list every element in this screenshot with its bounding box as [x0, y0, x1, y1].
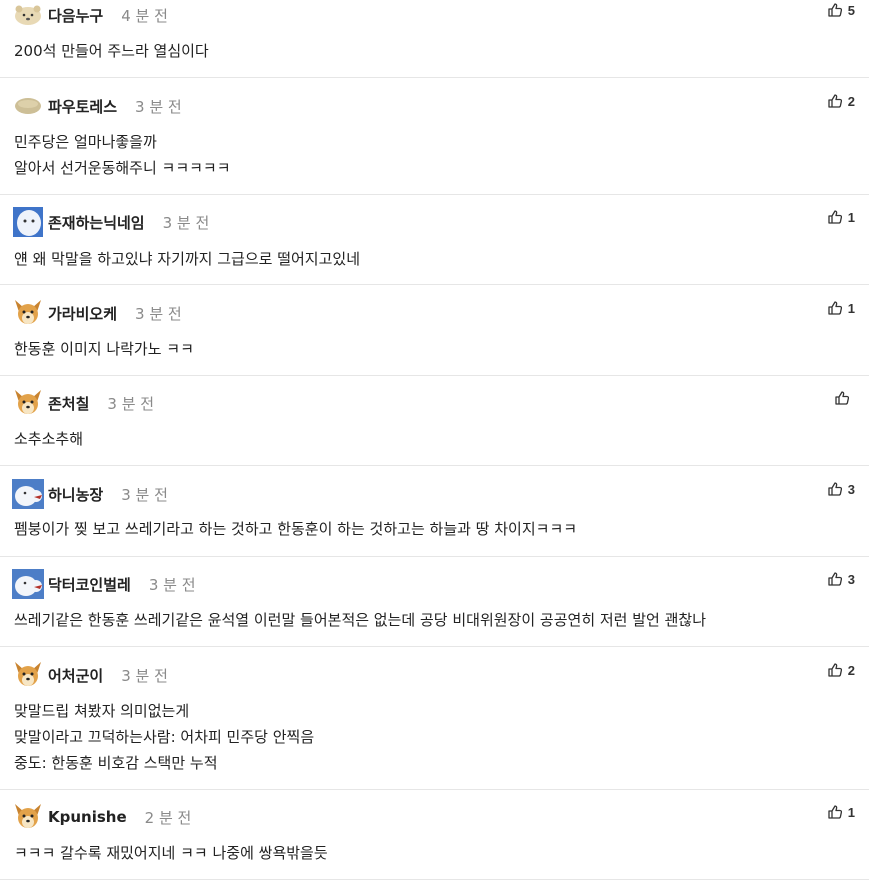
thumbs-up-icon: [828, 572, 842, 586]
like-button[interactable]: 2: [828, 660, 855, 680]
like-button[interactable]: 1: [828, 802, 855, 822]
thumbs-up-icon: [835, 391, 849, 405]
comment-author[interactable]: 가라비오케: [48, 303, 117, 324]
snow-bird-avatar-icon[interactable]: [12, 479, 44, 509]
comment-time: 2 분 전: [144, 808, 192, 827]
comment-body: 한동훈 이미지 나락가노 ㅋㅋ: [14, 336, 194, 362]
dog-avatar-icon[interactable]: [12, 388, 44, 418]
comment-time: 3 분 전: [121, 485, 168, 504]
like-button[interactable]: 3: [828, 569, 855, 589]
thumbs-up-icon: [828, 301, 842, 315]
comment-header: 하니농장 3 분 전: [12, 479, 168, 509]
comment-time: 3 분 전: [121, 666, 168, 685]
snow-bird-avatar-icon[interactable]: [12, 569, 44, 599]
comment-body: 맞말드립 쳐봤자 의미없는게 맞말이라고 끄덕하는사람: 어차피 민주당 안찍음…: [14, 698, 314, 776]
comment-body: 민주당은 얼마나좋을까 알아서 선거운동해주니 ㅋㅋㅋㅋㅋ: [14, 129, 231, 181]
like-button[interactable]: 1: [828, 207, 855, 227]
like-button[interactable]: 3: [828, 479, 855, 499]
thumbs-up-icon: [828, 805, 842, 819]
comment-header: 다음누구 4 분 전: [12, 0, 168, 30]
dog-avatar-icon[interactable]: [12, 298, 44, 328]
like-button[interactable]: 2: [828, 91, 855, 111]
comment-header: 존재하는닉네임 3 분 전: [12, 207, 209, 237]
like-count: 3: [847, 571, 855, 587]
thumbs-up-icon: [828, 210, 842, 224]
thumbs-up-icon: [828, 482, 842, 496]
thumbs-up-icon: [828, 94, 842, 108]
comment-body: 펨붕이가 찢 보고 쓰레기라고 하는 것하고 한동훈이 하는 것하고는 하늘과 …: [14, 516, 577, 542]
comment-time: 3 분 전: [148, 575, 196, 594]
comment-text-line: 200석 만들어 주느라 열심이다: [14, 42, 209, 60]
comment-text-line: 민주당은 얼마나좋을까: [14, 133, 157, 151]
snow-avatar-icon[interactable]: [12, 207, 44, 237]
like-count: 1: [847, 804, 855, 820]
comment-time: 3 분 전: [135, 304, 182, 323]
comment-time: 3 분 전: [135, 97, 182, 116]
comment-header: 어처군이 3 분 전: [12, 660, 168, 690]
comment-item: 가라비오케 3 분 전 1 한동훈 이미지 나락가노 ㅋㅋ: [0, 285, 869, 376]
comment-text-line: 알아서 선거운동해주니 ㅋㅋㅋㅋㅋ: [14, 159, 231, 177]
comment-body: ㅋㅋㅋ 갈수록 재밌어지네 ㅋㅋ 나중에 쌍욕밖을듯: [14, 840, 328, 866]
comment-header: 파우토레스 3 분 전: [12, 91, 182, 121]
comment-author[interactable]: 하니농장: [48, 484, 103, 505]
comment-text-line: 맞말이라고 끄덕하는사람: 어차피 민주당 안찍음: [14, 728, 315, 746]
comment-author[interactable]: 존처칠: [48, 393, 89, 414]
comment-text-line: 중도: 한동훈 비호감 스택만 누적: [14, 754, 218, 772]
comment-body: 쓰레기같은 한동훈 쓰레기같은 윤석열 이런말 들어본적은 없는데 공당 비대위…: [14, 607, 706, 633]
like-button[interactable]: 1: [828, 298, 855, 318]
comment-header: 닥터코인벌레 3 분 전: [12, 569, 196, 599]
comment-text-line: 얜 왜 막말을 하고있냐 자기까지 그급으로 떨어지고있네: [14, 250, 361, 268]
dog-avatar-icon[interactable]: [12, 660, 44, 690]
comment-list: 다음누구 4 분 전 5 200석 만들어 주느라 열심이다 파우토레스 3 분…: [0, 0, 869, 889]
like-count: 1: [847, 300, 855, 316]
comment-body: 소추소추해: [14, 426, 83, 452]
comment-item: 닥터코인벌레 3 분 전 3 쓰레기같은 한동훈 쓰레기같은 윤석열 이런말 들…: [0, 557, 869, 647]
comment-author[interactable]: 존재하는닉네임: [48, 212, 145, 233]
comment-text-line: 맞말드립 쳐봤자 의미없는게: [14, 702, 190, 720]
comment-item: 다음누구 4 분 전 5 200석 만들어 주느라 열심이다: [0, 0, 869, 78]
comment-time: 3 분 전: [162, 213, 210, 232]
comment-text-line: 펨붕이가 찢 보고 쓰레기라고 하는 것하고 한동훈이 하는 것하고는 하늘과 …: [14, 520, 578, 538]
thumbs-up-icon: [828, 663, 842, 677]
comment-time: 4 분 전: [121, 6, 168, 25]
comment-author[interactable]: 파우토레스: [48, 96, 117, 117]
comment-author[interactable]: 다음누구: [48, 5, 103, 26]
dog-avatar-icon[interactable]: [12, 802, 44, 832]
comment-text-line: 소추소추해: [14, 430, 84, 448]
comment-header: 가라비오케 3 분 전: [12, 298, 182, 328]
like-button[interactable]: [835, 388, 855, 408]
comment-time: 3 분 전: [107, 394, 155, 413]
comment-item: 존재하는닉네임 3 분 전 1 얜 왜 막말을 하고있냐 자기까지 그급으로 떨…: [0, 195, 869, 285]
comment-body: 200석 만들어 주느라 열심이다: [14, 38, 209, 64]
like-button[interactable]: 5: [828, 0, 855, 20]
like-count: 3: [847, 481, 855, 497]
comment-author[interactable]: Kpunishe: [48, 808, 127, 826]
thumbs-up-icon: [828, 3, 842, 17]
comment-item: 하니농장 3 분 전 3 펨붕이가 찢 보고 쓰레기라고 하는 것하고 한동훈이…: [0, 466, 869, 557]
comment-item: 존처칠 3 분 전 소추소추해: [0, 376, 869, 466]
comment-text-line: 한동훈 이미지 나락가노 ㅋㅋ: [14, 340, 194, 358]
like-count: 5: [847, 2, 855, 18]
comment-header: 존처칠 3 분 전: [12, 388, 154, 418]
comment-item: Kpunishe 2 분 전 1 ㅋㅋㅋ 갈수록 재밌어지네 ㅋㅋ 나중에 쌍욕…: [0, 790, 869, 880]
bean-avatar-icon[interactable]: [12, 91, 44, 121]
comment-item: 어처군이 3 분 전 2 맞말드립 쳐봤자 의미없는게 맞말이라고 끄덕하는사람…: [0, 647, 869, 790]
like-count: 2: [847, 93, 855, 109]
comment-author[interactable]: 닥터코인벌레: [48, 574, 131, 595]
comment-text-line: ㅋㅋㅋ 갈수록 재밌어지네 ㅋㅋ 나중에 쌍욕밖을듯: [14, 844, 328, 862]
bear-avatar-icon[interactable]: [12, 0, 44, 30]
like-count: 2: [847, 662, 855, 678]
comment-text-line: 쓰레기같은 한동훈 쓰레기같은 윤석열 이런말 들어본적은 없는데 공당 비대위…: [14, 611, 707, 629]
comment-body: 얜 왜 막말을 하고있냐 자기까지 그급으로 떨어지고있네: [14, 246, 360, 272]
comment-item: 파우토레스 3 분 전 2 민주당은 얼마나좋을까 알아서 선거운동해주니 ㅋㅋ…: [0, 78, 869, 195]
comment-author[interactable]: 어처군이: [48, 665, 103, 686]
like-count: 1: [847, 209, 855, 225]
comment-header: Kpunishe 2 분 전: [12, 802, 191, 832]
